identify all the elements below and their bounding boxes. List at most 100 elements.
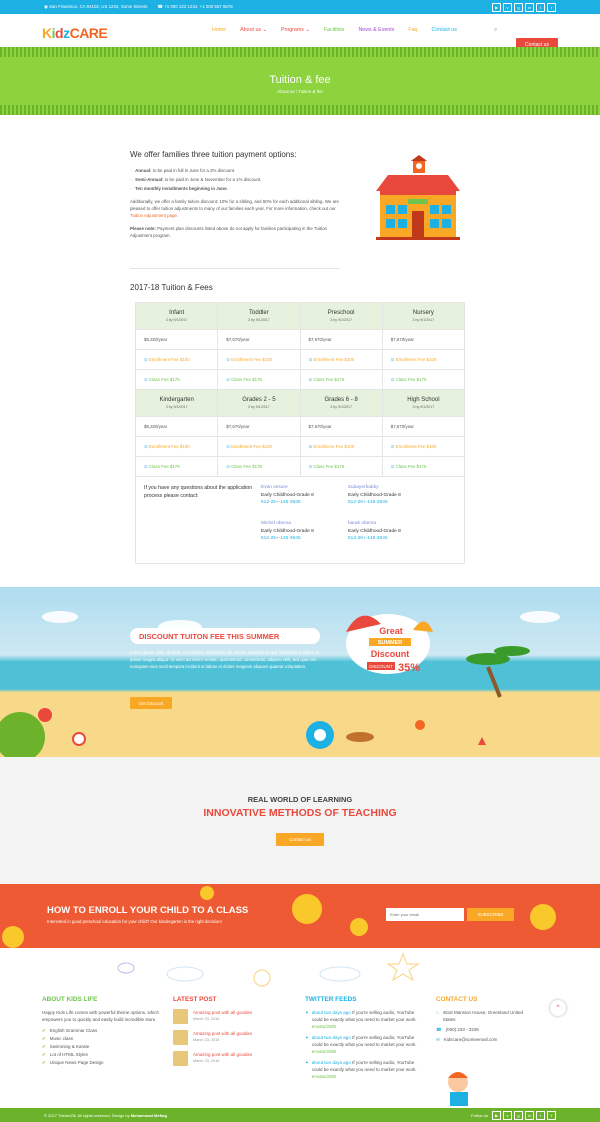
- footer-contact-title: CONTACT US: [436, 996, 478, 1003]
- tweet-link[interactable]: about two days ago: [312, 1035, 351, 1040]
- enrollment-cell: ⊙ Enrollment Fee $100: [301, 350, 383, 369]
- table-header-cell: Infant 3 by 9/1/2017: [135, 303, 219, 329]
- list-item: ✔ Music class: [42, 1035, 162, 1042]
- google-plus-icon[interactable]: g: [514, 1110, 523, 1120]
- list-item: ✔ English Grammar Class: [42, 1027, 162, 1034]
- vimeo-icon[interactable]: v: [503, 1110, 512, 1120]
- note-text: Payment plan discounts listed above do n…: [130, 226, 327, 238]
- post-info: Amazing post with all goodies March 23, 2…: [193, 1030, 252, 1045]
- methods-subtitle: REAL WORLD OF LEARNING: [247, 795, 353, 804]
- post-item[interactable]: Amazing post with all goodies March 23, 2…: [173, 1051, 293, 1066]
- bottom-social-links: ▶ v g in t f: [492, 1110, 556, 1120]
- nav-home[interactable]: Home: [212, 27, 226, 33]
- check-icon: ✔: [42, 1044, 46, 1049]
- contact-phone[interactable]: 512-25+-145-3645: [348, 499, 401, 507]
- post-title[interactable]: Amazing post with all goodies: [193, 1051, 252, 1058]
- tweet-short-link[interactable]: envato/2i0l5: [312, 1074, 336, 1079]
- program-date: 3 by 9/1/2017: [330, 405, 353, 409]
- copyright: © 2017 ThemeZill. All rights reserved. D…: [44, 1113, 167, 1118]
- facebook-icon[interactable]: f: [547, 2, 556, 12]
- logo-letter-d: d: [55, 25, 64, 41]
- contact-phone[interactable]: 512-25+-145-3645: [261, 499, 314, 507]
- tweet-short-link[interactable]: envato/2i0l5: [312, 1049, 336, 1054]
- linkedin-icon[interactable]: in: [525, 1110, 534, 1120]
- logo[interactable]: KidzCARE: [42, 25, 108, 41]
- contact-phone[interactable]: 512-25+-145-3645: [261, 535, 314, 543]
- paint-splat: [530, 904, 556, 930]
- price-cell: $7,670/year: [301, 330, 383, 349]
- check-icon: ✔: [42, 1052, 46, 1057]
- grass-top: [0, 47, 600, 57]
- facebook-icon[interactable]: f: [547, 1110, 556, 1120]
- subscribe-button[interactable]: SUBSCRIBE: [467, 908, 514, 921]
- enrollment-cell: ⊙ Enrollment Fee $100: [383, 350, 465, 369]
- post-title[interactable]: Amazing post with all goodies: [193, 1009, 252, 1016]
- contact-name[interactable]: Zubayerbabby: [348, 484, 401, 492]
- post-info: Amazing post with all goodies March 23, 2…: [193, 1051, 252, 1066]
- grass-bottom: [0, 105, 600, 115]
- nav-facilities[interactable]: Facilities: [324, 27, 345, 33]
- list-item-label: Lot of HTML Styles: [49, 1052, 88, 1057]
- email-field[interactable]: [386, 908, 464, 921]
- post-title[interactable]: Amazing post with all goodies: [193, 1030, 252, 1037]
- class-fee: Class Fee $175: [313, 377, 345, 382]
- phone-icon: ☎: [436, 1027, 442, 1032]
- tweet-link[interactable]: about two days ago: [312, 1010, 351, 1015]
- enrollment-cell: ⊙ Enrollment Fee $100: [301, 437, 383, 456]
- footer-twitter: TWITTER FEEDS ✦ about two days ago If yo…: [305, 996, 425, 1084]
- tweet-item: ✦ about two days ago If you're selling a…: [305, 1059, 425, 1080]
- fees-table-1: Infant 3 by 9/1/2017 Toddler 3 by 9/1/2017…: [135, 302, 465, 390]
- contact-name[interactable]: Even ossure: [261, 484, 314, 492]
- price-row: $5,320/year $7,670/year $7,670/year $7,6…: [135, 417, 465, 437]
- post-info: Amazing post with all goodies March 23, 2…: [193, 1009, 252, 1024]
- email-text[interactable]: Kidscare@someemail.com: [444, 1036, 498, 1043]
- nav-programs[interactable]: Programs ⌄: [281, 27, 310, 33]
- youtube-icon[interactable]: ▶: [492, 1110, 501, 1120]
- twitter-icon[interactable]: t: [536, 2, 545, 12]
- table-header-row: Kindergarten 3 by 9/1/2017 Grades 2 - 5 3 …: [135, 390, 465, 417]
- tweet-item: ✦ about two days ago If you're selling a…: [305, 1009, 425, 1030]
- nav-news-events[interactable]: News & Events: [358, 27, 394, 33]
- twitter-icon[interactable]: t: [536, 1110, 545, 1120]
- price-cell: $7,670/year: [218, 417, 301, 436]
- scroll-to-top-button[interactable]: ⌃: [550, 1000, 566, 1016]
- program-name: Grades 2 - 5: [242, 397, 276, 403]
- header: KidzCARE Home About us ⌄ Programs ⌄ Faci…: [0, 14, 600, 60]
- discount-text: Additionally, we offer a family tuition …: [130, 199, 339, 211]
- list-item: ✔ Swimming & Karate: [42, 1043, 162, 1050]
- contact-name[interactable]: Michel obema: [261, 520, 314, 528]
- google-plus-icon[interactable]: g: [514, 2, 523, 12]
- contact-person: barak obema Early Childhood-Grade 8 512-…: [348, 520, 401, 543]
- footer-contact: CONTACT US ⌂ 4518 Mansion House, Greenlan…: [436, 996, 536, 1046]
- get-discount-button[interactable]: Get Discount: [130, 697, 172, 709]
- post-item[interactable]: Amazing post with all goodies March 23, 2…: [173, 1030, 293, 1045]
- price-cell: $7,670/year: [383, 330, 465, 349]
- badge-summer: SUMMER: [378, 640, 402, 646]
- address-text: ◉ San Francisco, CA 94102, US 1234, Some…: [44, 4, 148, 9]
- payment-option: ☞ Ten monthly installments beginning in …: [130, 186, 228, 191]
- list-item: ✔ Lot of HTML Styles: [42, 1051, 162, 1058]
- designer-name[interactable]: Mohammad Meftag: [131, 1113, 167, 1118]
- enrollment-cell: ⊙ Enrollment Fee $100: [383, 437, 465, 456]
- page-title: Tuition & fee: [269, 74, 331, 86]
- methods-contact-button[interactable]: Contact us: [276, 833, 324, 846]
- linkedin-icon[interactable]: in: [525, 2, 534, 12]
- tweet-body: about two days ago If you're selling aud…: [312, 1034, 425, 1055]
- post-item[interactable]: Amazing post with all goodies March 23, 2…: [173, 1009, 293, 1024]
- tuition-adjustment-link[interactable]: Tuition Adjustment page.: [130, 213, 178, 218]
- vimeo-icon[interactable]: v: [503, 2, 512, 12]
- contact-role: Early Childhood-Grade 8: [348, 528, 401, 534]
- contact-name[interactable]: barak obema: [348, 520, 401, 528]
- nav-about-us[interactable]: About us ⌄: [240, 27, 267, 33]
- nav-contact-us[interactable]: Contact us: [432, 27, 457, 33]
- logo-letter-k: K: [42, 25, 52, 41]
- program-name: Toddler: [249, 310, 269, 316]
- tweet-link[interactable]: about two days ago: [312, 1060, 351, 1065]
- nav-faq[interactable]: Faq: [408, 27, 417, 33]
- price-cell: $5,320/year: [135, 417, 219, 436]
- search-icon[interactable]: ⌕: [494, 27, 497, 34]
- contact-phone[interactable]: 512-25+-145-3645: [348, 535, 401, 543]
- youtube-icon[interactable]: ▶: [492, 2, 501, 12]
- tweet-short-link[interactable]: envato/2i0l5: [312, 1024, 336, 1029]
- check-icon: ✔: [42, 1060, 46, 1065]
